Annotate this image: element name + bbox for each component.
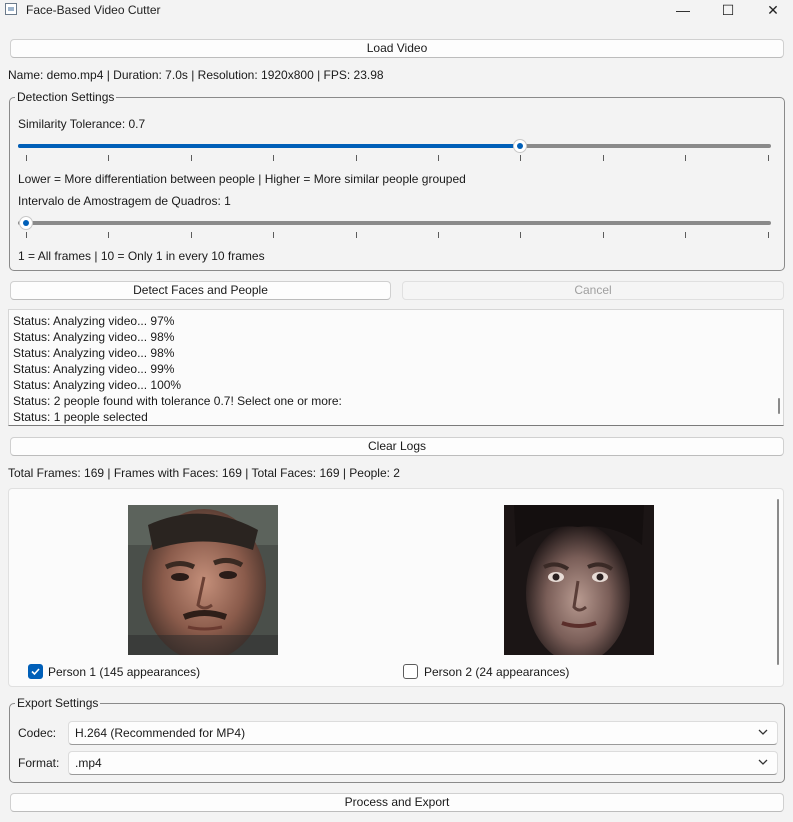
load-video-button[interactable]: Load Video [10, 39, 784, 58]
slider-tick [26, 155, 27, 161]
process-export-button[interactable]: Process and Export [10, 793, 784, 812]
slider-tick [767, 155, 769, 161]
detection-stats: Total Frames: 169 | Frames with Faces: 1… [8, 466, 400, 480]
cancel-button[interactable]: Cancel [402, 281, 784, 300]
log-line-partial: Status: A [13, 310, 61, 313]
tolerance-slider-handle[interactable] [513, 139, 527, 153]
slider-tick [273, 155, 275, 161]
log-line: Status: 1 people selected [13, 410, 148, 424]
codec-select[interactable]: H.264 (Recommended for MP4) [68, 721, 778, 745]
person-1-face-image[interactable] [128, 505, 278, 655]
slider-tick [602, 155, 604, 161]
person-1-checkbox[interactable] [28, 664, 43, 679]
checkmark-icon [31, 668, 40, 676]
format-label: Format: [18, 756, 60, 770]
detection-settings-title: Detection Settings [15, 90, 117, 104]
codec-label: Codec: [18, 726, 57, 740]
log-line: Status: Analyzing video... 98% [13, 346, 175, 360]
tolerance-slider-fill [18, 144, 520, 148]
slider-tick [26, 232, 27, 238]
slider-tick [190, 232, 192, 238]
log-output[interactable]: Status: A Status: Analyzing video... 97%… [8, 309, 784, 426]
person-1-label[interactable]: Person 1 (145 appearances) [48, 665, 200, 679]
slider-tick [108, 155, 110, 161]
export-settings-title: Export Settings [15, 696, 101, 710]
format-select[interactable]: .mp4 [68, 751, 778, 775]
codec-value: H.264 (Recommended for MP4) [75, 726, 246, 740]
chevron-down-icon [757, 726, 769, 741]
slider-tick [273, 232, 275, 238]
interval-slider-handle[interactable] [19, 216, 33, 230]
slider-tick [685, 232, 687, 238]
log-scrollbar[interactable] [778, 398, 780, 414]
slider-tick [108, 232, 110, 238]
clear-logs-button[interactable]: Clear Logs [10, 437, 784, 456]
slider-tick [602, 232, 604, 238]
slider-tick [520, 232, 522, 238]
maximize-button[interactable]: ☐ [705, 0, 751, 22]
person-2-checkbox[interactable] [403, 664, 418, 679]
chevron-down-icon [757, 756, 769, 771]
format-value: .mp4 [75, 756, 102, 770]
slider-tick [190, 155, 192, 161]
tolerance-label: Similarity Tolerance: 0.7 [18, 117, 146, 131]
tolerance-hint: Lower = More differentiation between peo… [18, 172, 466, 186]
interval-slider-track[interactable] [18, 221, 771, 225]
video-info: Name: demo.mp4 | Duration: 7.0s | Resolu… [8, 68, 384, 82]
slider-tick [438, 232, 439, 238]
slider-tick [520, 155, 522, 161]
log-line: Status: Analyzing video... 97% [13, 314, 175, 328]
slider-tick [355, 232, 357, 238]
slider-tick [355, 155, 357, 161]
person-2-label[interactable]: Person 2 (24 appearances) [424, 665, 569, 679]
log-line: Status: Analyzing video... 98% [13, 330, 175, 344]
interval-label: Intervalo de Amostragem de Quadros: 1 [18, 194, 231, 208]
app-icon [5, 3, 17, 15]
person-2-face-image[interactable] [504, 505, 654, 655]
title-bar: Face-Based Video Cutter — ☐ ✕ [0, 0, 793, 22]
log-line: Status: 2 people found with tolerance 0.… [13, 394, 342, 408]
slider-tick [685, 155, 687, 161]
people-panel: Person 1 (145 appearances) Person 2 (24 … [8, 488, 784, 687]
people-scrollbar[interactable] [777, 499, 779, 665]
log-line: Status: Analyzing video... 100% [13, 378, 182, 392]
interval-hint: 1 = All frames | 10 = Only 1 in every 10… [18, 249, 265, 263]
window-title: Face-Based Video Cutter [26, 3, 161, 17]
minimize-button[interactable]: — [660, 0, 706, 22]
slider-tick [767, 232, 769, 238]
log-line: Status: Analyzing video... 99% [13, 362, 175, 376]
detect-faces-button[interactable]: Detect Faces and People [10, 281, 391, 300]
slider-tick [438, 155, 439, 161]
close-button[interactable]: ✕ [750, 0, 793, 22]
